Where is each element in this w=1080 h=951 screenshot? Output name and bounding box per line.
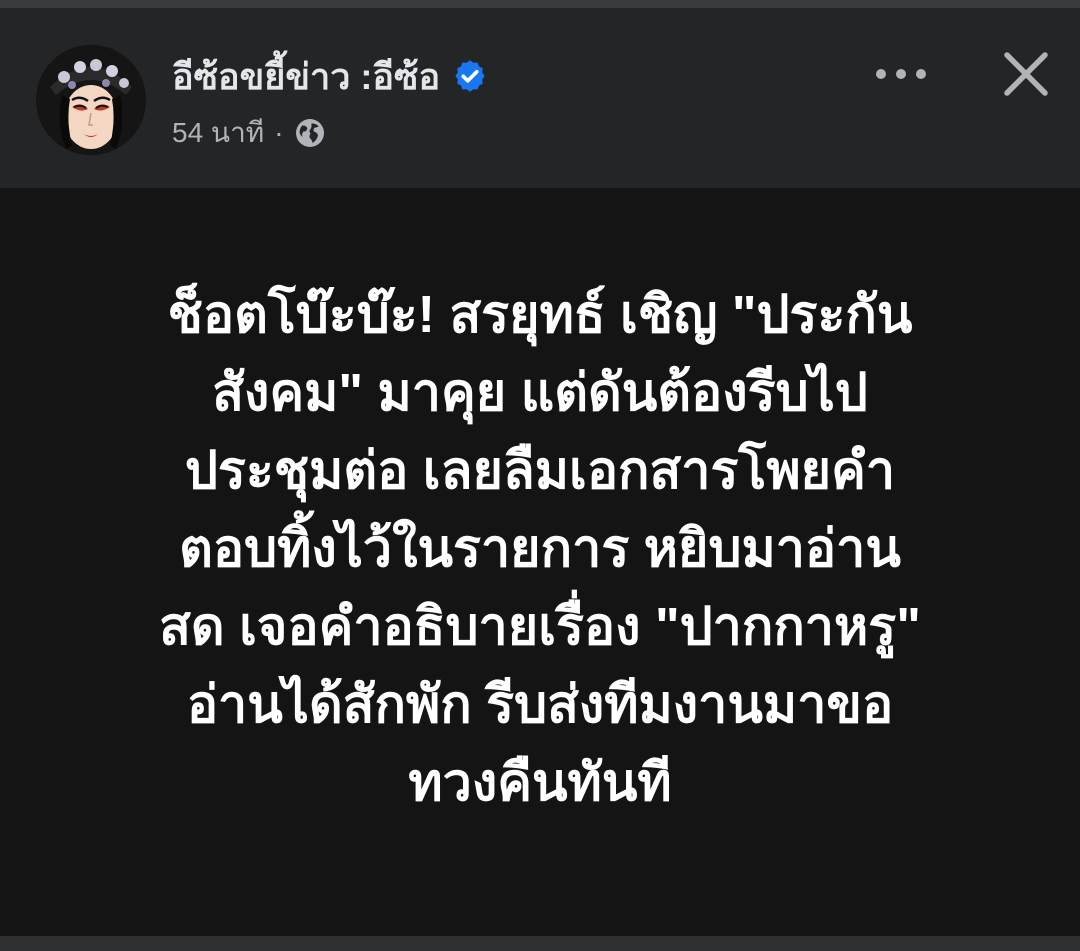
author-name-text[interactable]: อีซ้อขยี้ข่าว :อีซ้อ [172,48,440,105]
profile-avatar[interactable] [36,45,146,155]
post-text-line: ช็อตโบ๊ะบ๊ะ! สรยุทธ์ เชิญ "ประกัน [167,286,913,344]
top-divider [0,0,1080,8]
post-text: ช็อตโบ๊ะบ๊ะ! สรยุทธ์ เชิญ "ประกัน สังคม"… [40,276,1040,822]
post-header: อีซ้อขยี้ข่าว :อีซ้อ 54 นาที · [0,8,1080,188]
post-body: ช็อตโบ๊ะบ๊ะ! สรยุทธ์ เชิญ "ประกัน สังคม"… [0,188,1080,936]
post-text-line: สด เจอคำอธิบายเรื่อง "ปากกาหรู" [159,598,921,656]
more-options-button[interactable] [866,46,936,102]
globe-icon[interactable] [294,117,326,149]
post-meta: 54 นาที · [172,110,326,156]
verified-badge-icon [455,60,485,92]
meta-separator: · [274,117,284,148]
close-button[interactable] [994,42,1058,106]
post-text-line: ตอบทิ้งไว้ในรายการ หยิบมาอ่าน [179,520,901,578]
more-options-icon [876,69,926,79]
post-viewer: อีซ้อขยี้ข่าว :อีซ้อ 54 นาที · ช็อตโบ๊ะบ… [0,0,1080,951]
post-text-line: สังคม" มาคุย แต่ดันต้องรีบไป [212,364,868,422]
post-timestamp[interactable]: 54 นาที [172,111,264,155]
close-icon [1004,52,1048,96]
bottom-divider [0,936,1080,951]
post-text-line: ทวงคืนทันที [408,754,672,812]
author-name[interactable]: อีซ้อขยี้ข่าว :อีซ้อ [172,46,488,106]
post-text-line: ประชุมต่อ เลยลืมเอกสารโพยคำ [184,442,896,500]
post-text-line: อ่านได้สักพัก รีบส่งทีมงานมาขอ [186,676,894,734]
